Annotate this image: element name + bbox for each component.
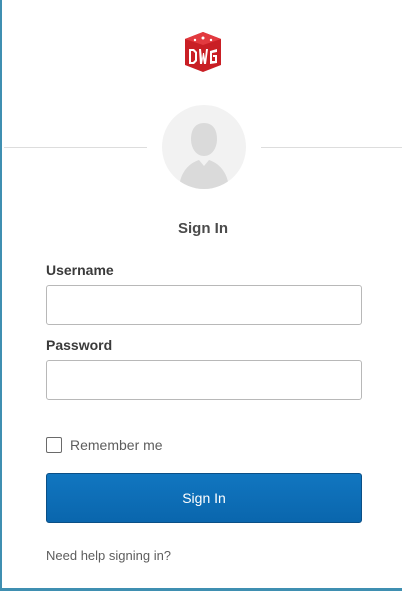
avatar — [162, 105, 246, 189]
sign-in-button[interactable]: Sign In — [46, 473, 362, 523]
user-silhouette-icon — [179, 123, 229, 189]
remember-me-checkbox[interactable] — [46, 437, 62, 453]
username-label: Username — [46, 262, 114, 278]
username-input[interactable] — [46, 285, 362, 325]
page-title: Sign In — [178, 220, 228, 237]
help-signing-in-link[interactable]: Need help signing in? — [46, 548, 171, 563]
password-label: Password — [46, 337, 113, 353]
header-divider-right — [261, 147, 402, 148]
header-divider-left — [4, 147, 147, 148]
password-input[interactable] — [46, 360, 362, 400]
login-window: Sign In Username Password Remember me Si… — [0, 0, 402, 591]
remember-me-label[interactable]: Remember me — [70, 437, 163, 453]
dwg-logo-icon — [185, 32, 221, 72]
